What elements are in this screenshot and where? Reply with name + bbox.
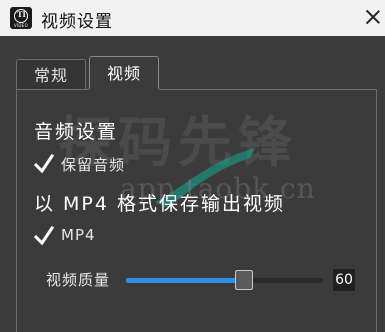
- checkmark-icon: [34, 225, 54, 246]
- app-logo-icon: TI VIDEO: [10, 7, 32, 29]
- mp4-section-title: 以 MP4 格式保存输出视频: [34, 193, 286, 215]
- audio-section-title: 音频设置: [34, 121, 119, 143]
- quality-slider-handle[interactable]: [235, 270, 253, 290]
- tab-video[interactable]: 视频: [89, 56, 159, 89]
- mp4-checkbox[interactable]: MP4: [34, 225, 154, 247]
- quality-slider-fill: [126, 278, 244, 283]
- quality-value: 60: [333, 269, 355, 291]
- quality-slider-track[interactable]: [126, 278, 323, 283]
- tab-general[interactable]: 常规: [16, 59, 86, 90]
- window-title: 视频设置: [41, 12, 113, 32]
- title-bar: TI VIDEO 视频设置: [0, 0, 385, 36]
- active-tab-joint: [89, 89, 159, 91]
- checkmark-icon: [34, 153, 54, 174]
- mp4-label: MP4: [61, 226, 96, 244]
- close-icon[interactable]: [364, 8, 382, 26]
- keep-audio-label: 保留音频: [61, 156, 126, 174]
- logo-subtext: VIDEO: [13, 23, 29, 28]
- keep-audio-checkbox[interactable]: 保留音频: [34, 153, 234, 175]
- logo-text: TI: [17, 10, 26, 19]
- quality-label: 视频质量: [46, 271, 111, 289]
